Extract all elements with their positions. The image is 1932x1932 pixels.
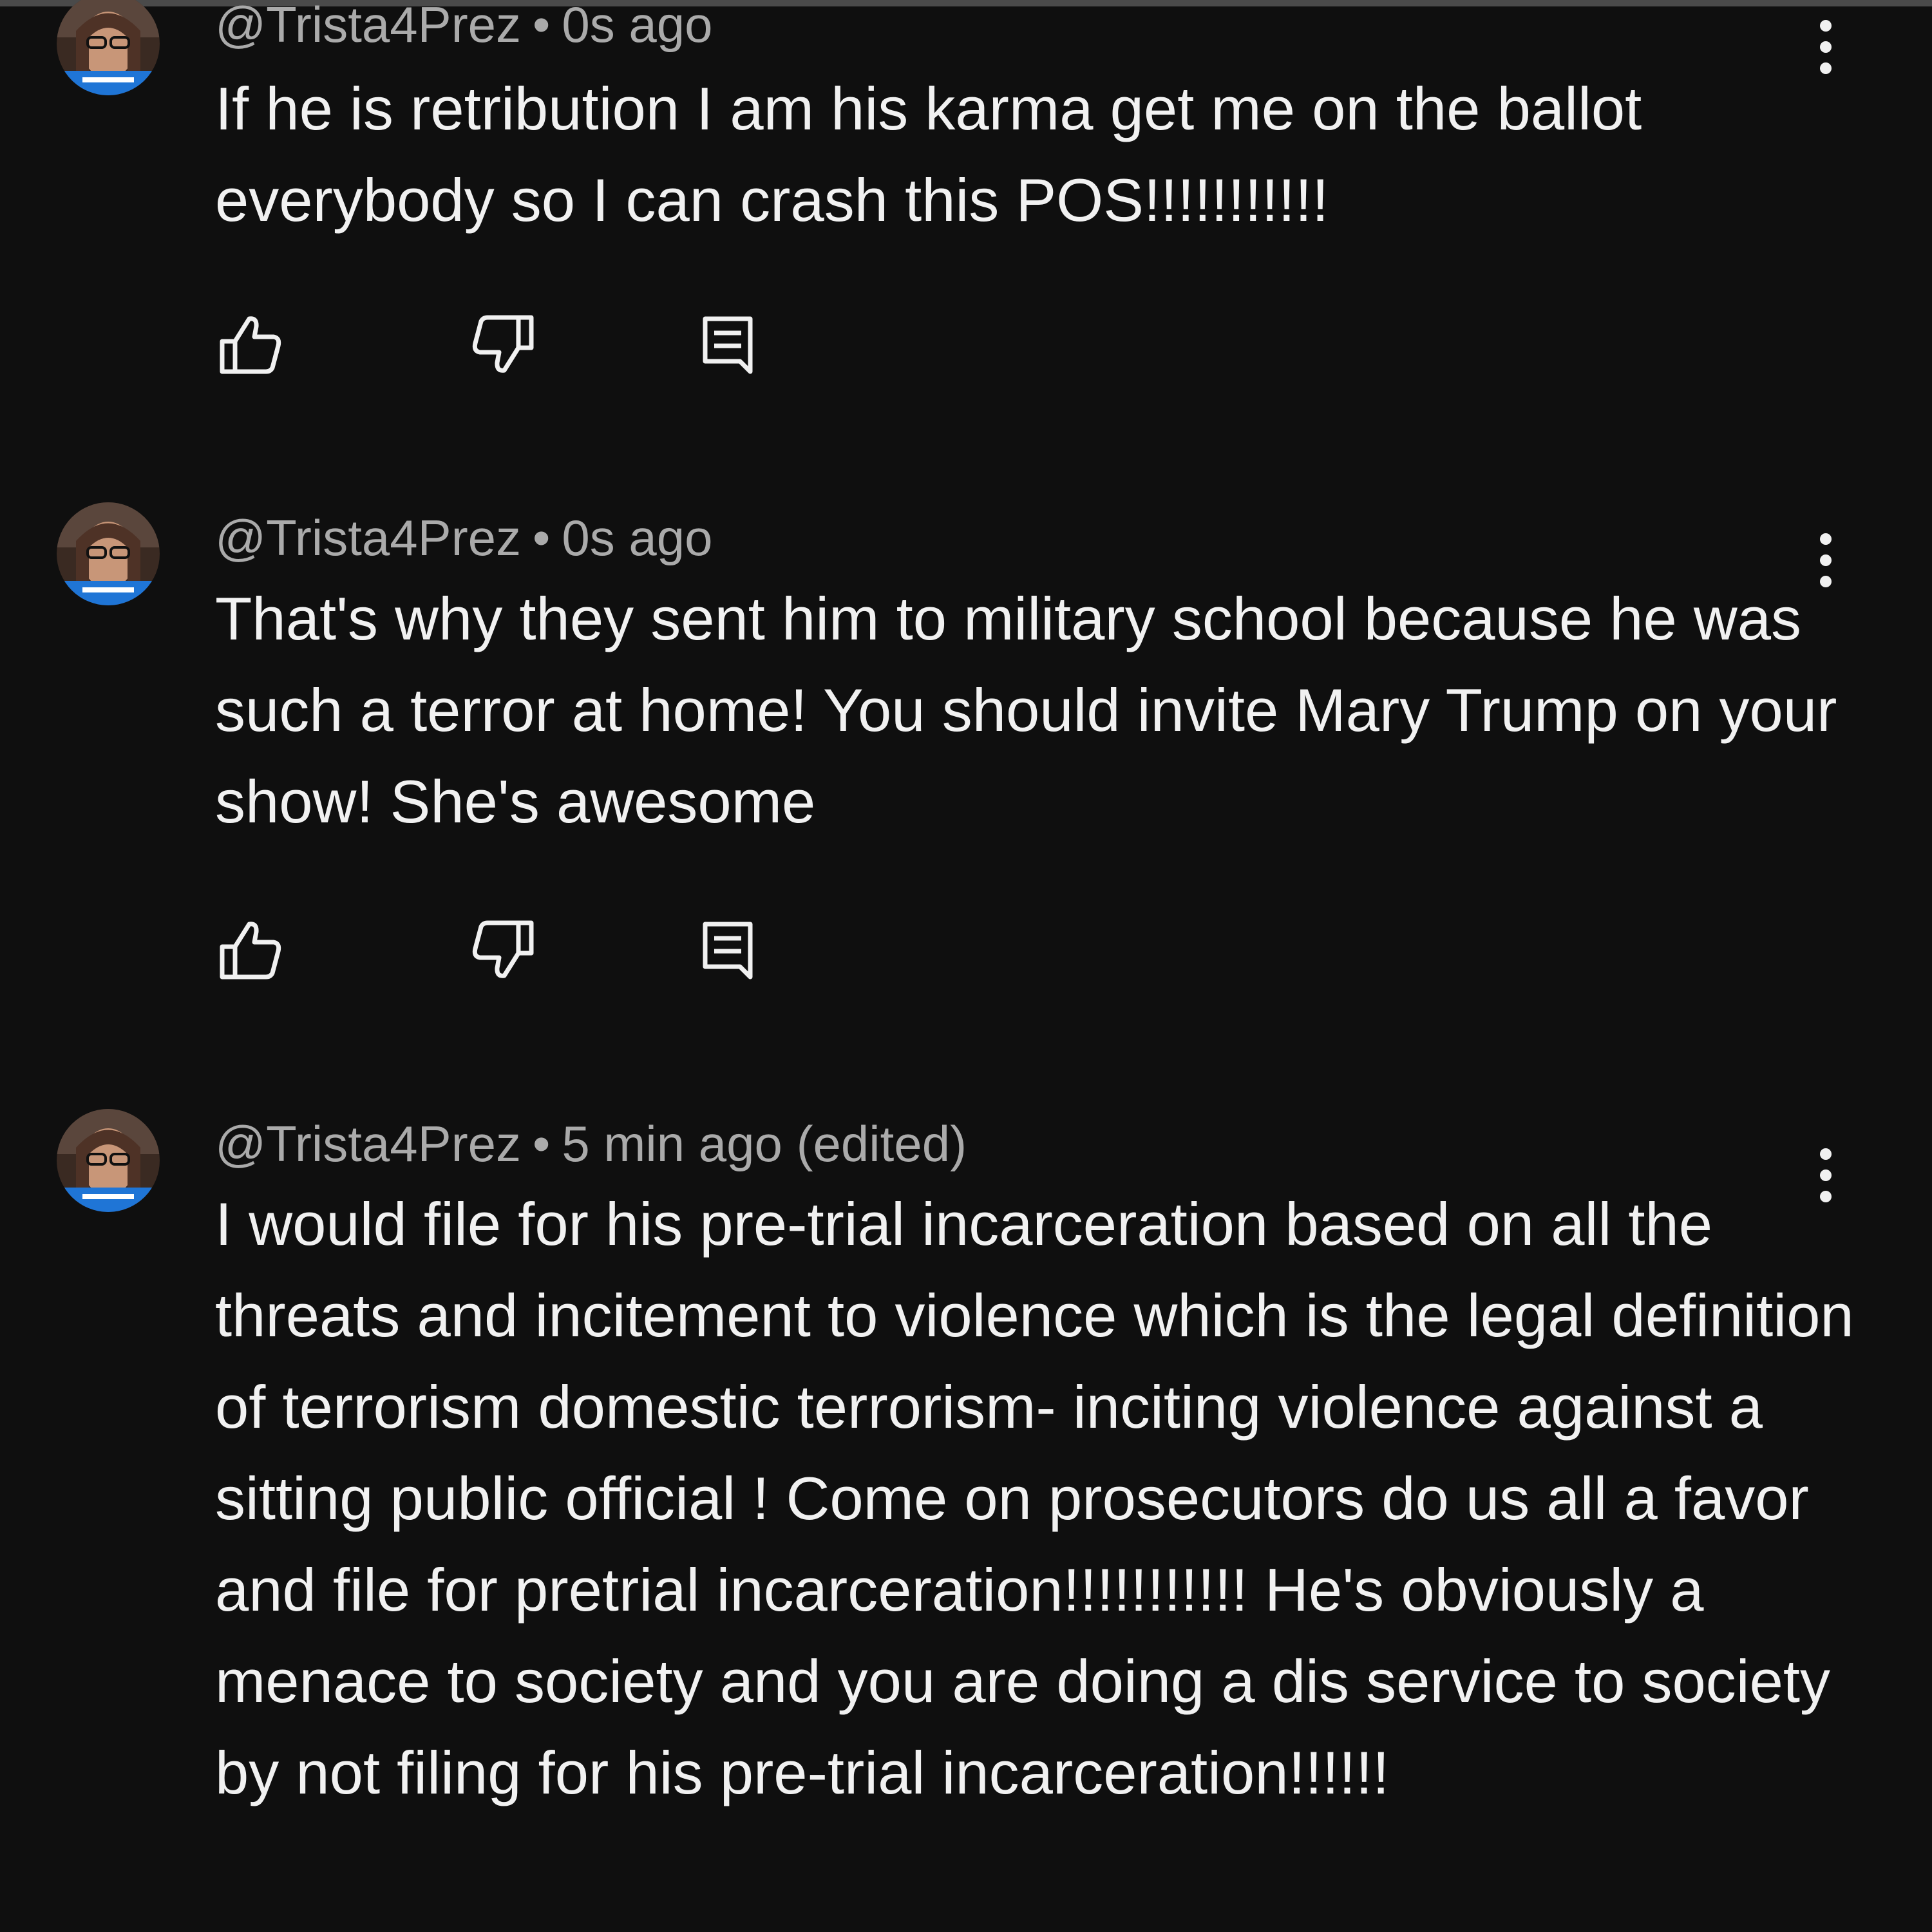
meta-separator: • [533, 1115, 551, 1172]
comment-text: That's why they sent him to military sch… [215, 585, 1837, 835]
comment-item: @Trista4Prez • 0s ago If he is retribution… [0, 0, 1932, 451]
reply-button[interactable] [689, 914, 766, 985]
like-button[interactable] [213, 914, 290, 985]
thumbs-up-icon [220, 922, 281, 980]
reply-button[interactable] [689, 309, 766, 380]
meta-separator: • [533, 0, 551, 53]
comment-time[interactable]: 0s ago [562, 0, 712, 53]
comment-author[interactable]: @Trista4Prez [215, 1115, 521, 1172]
dislike-button[interactable] [464, 914, 541, 985]
comment-time[interactable]: 5 min ago (edited) [562, 1115, 967, 1172]
comment-meta: @Trista4Prez • 0s ago [215, 506, 713, 570]
comment-time[interactable]: 0s ago [562, 509, 712, 566]
meta-separator: • [533, 509, 551, 566]
comment-meta: @Trista4Prez • 0s ago [215, 0, 713, 57]
comment-author[interactable]: @Trista4Prez [215, 0, 521, 53]
avatar[interactable] [57, 0, 160, 95]
thumbs-down-icon [472, 315, 534, 373]
comment-author[interactable]: @Trista4Prez [215, 509, 521, 566]
like-button[interactable] [213, 309, 290, 380]
avatar[interactable] [57, 502, 160, 605]
reply-comment-icon [703, 922, 753, 980]
reply-comment-icon [703, 316, 753, 374]
thumbs-down-icon [472, 920, 534, 978]
comment-item: @Trista4Prez • 0s ago That's why they sent… [0, 489, 1932, 1069]
comment-text: I would file for his pre-trial incarcera… [215, 1190, 1854, 1806]
dislike-button[interactable] [464, 309, 541, 380]
comment-text: If he is retribution I am his karma get … [215, 75, 1642, 234]
comment-item: @Trista4Prez • 5 min ago (edited) I would … [0, 1095, 1932, 1932]
avatar[interactable] [57, 1109, 160, 1212]
comment-meta: @Trista4Prez • 5 min ago (edited) [215, 1112, 967, 1176]
thumbs-up-icon [220, 316, 281, 374]
